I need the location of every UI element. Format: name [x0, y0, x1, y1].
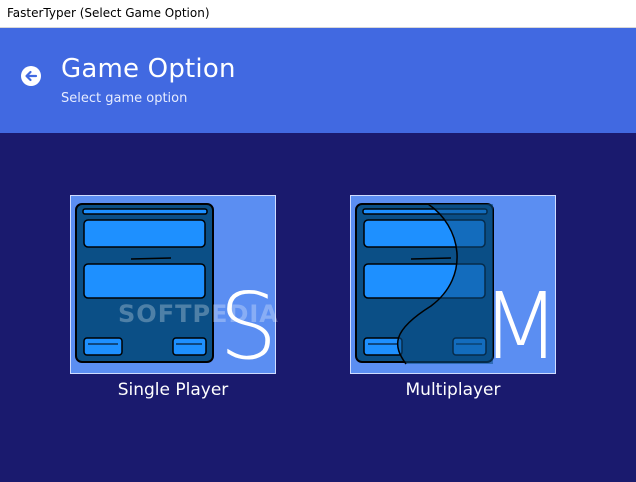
multiplayer-label: Multiplayer [405, 380, 501, 400]
arrow-left-circle-icon [25, 70, 38, 82]
window-titlebar: FasterTyper (Select Game Option) [0, 0, 636, 28]
watermark: SOFTPEDIA [118, 300, 279, 328]
page-subtitle: Select game option [61, 91, 188, 106]
single-player-tile[interactable]: S [70, 195, 277, 375]
multiplayer-letter: M [481, 273, 557, 375]
single-player-label: Single Player [117, 380, 229, 400]
window-title: FasterTyper (Select Game Option) [7, 6, 210, 20]
single-player-illustration: S [75, 203, 277, 375]
page-title: Game Option [61, 54, 236, 84]
back-button[interactable] [21, 66, 41, 86]
multiplayer-illustration: M [355, 203, 557, 375]
multiplayer-tile[interactable]: M [350, 195, 557, 375]
